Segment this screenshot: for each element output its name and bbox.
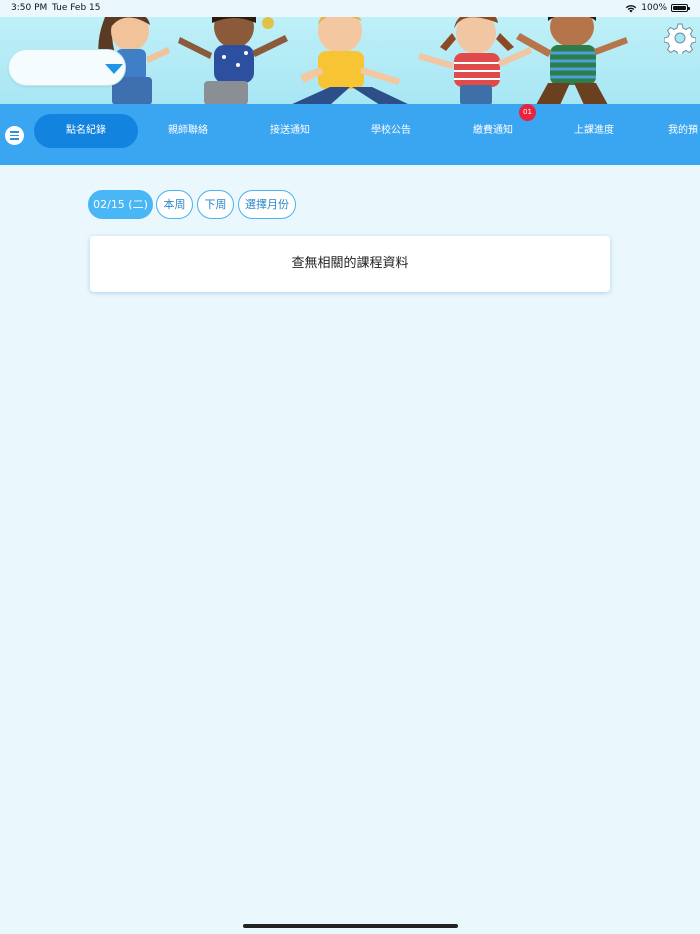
tab-class-progress[interactable]: 上課進度 — [552, 114, 636, 148]
current-date-chip[interactable]: 02/15 (二) — [88, 190, 153, 219]
wifi-icon — [626, 4, 637, 12]
tab-my-reservations[interactable]: 我的預 — [668, 114, 700, 148]
select-month-button[interactable]: 選擇月份 — [238, 190, 296, 219]
status-bar: 3:50 PM Tue Feb 15 100% — [0, 0, 700, 17]
empty-state-message: 查無相關的課程資料 — [291, 256, 409, 271]
class-selector-dropdown[interactable] — [8, 49, 126, 86]
battery-icon — [671, 4, 690, 12]
status-indicators: 100% — [625, 3, 690, 13]
payment-notice-badge: 01 — [519, 104, 536, 121]
hamburger-icon[interactable] — [5, 126, 24, 145]
empty-state-card: 查無相關的課程資料 — [90, 236, 610, 292]
tab-pickup-notice[interactable]: 接送通知 — [248, 114, 332, 148]
status-time: 3:50 PM — [11, 3, 48, 13]
home-indicator[interactable] — [243, 924, 458, 928]
status-date: Tue Feb 15 — [52, 3, 101, 13]
this-week-button[interactable]: 本周 — [156, 190, 193, 219]
nav-bar: 點名紀錄 親師聯絡 接送通知 學校公告 繳費通知 上課進度 我的預 — [0, 104, 700, 165]
tab-parent-teacher[interactable]: 親師聯絡 — [146, 114, 230, 148]
next-week-button[interactable]: 下周 — [197, 190, 234, 219]
app-screen: 3:50 PM Tue Feb 15 100% 點名紀錄 親師聯絡 接送通知 學… — [0, 0, 700, 934]
battery-percent: 100% — [641, 3, 667, 13]
gear-icon[interactable] — [664, 22, 696, 54]
tab-attendance[interactable]: 點名紀錄 — [34, 114, 138, 148]
tab-school-announcements[interactable]: 學校公告 — [349, 114, 433, 148]
chevron-down-icon — [105, 64, 123, 74]
